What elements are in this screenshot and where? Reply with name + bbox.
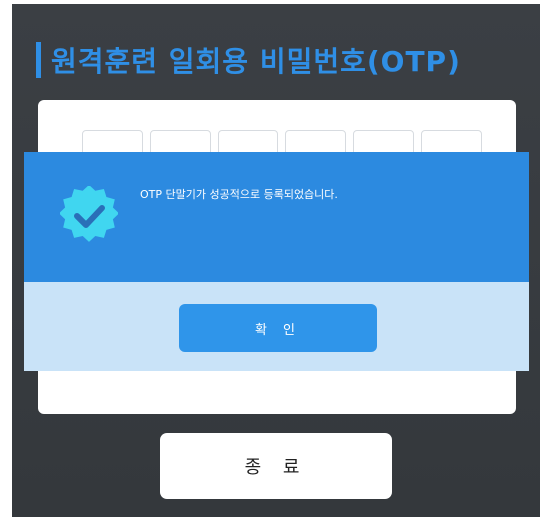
dialog-header: OTP 단말기가 성공적으로 등록되었습니다.: [24, 152, 529, 282]
verified-check-badge-icon: [59, 184, 119, 244]
otp-input-group: [82, 130, 482, 172]
close-button[interactable]: 종 료: [160, 433, 392, 499]
confirm-button[interactable]: 확 인: [179, 304, 377, 352]
title-accent-bar: [36, 42, 41, 78]
dialog-message: OTP 단말기가 성공적으로 등록되었습니다.: [140, 188, 338, 201]
success-dialog: OTP 단말기가 성공적으로 등록되었습니다. 확 인: [24, 152, 529, 371]
page-header: 원격훈련 일회용 비밀번호(OTP): [36, 38, 461, 82]
page-title: 원격훈련 일회용 비밀번호(OTP): [51, 45, 461, 78]
